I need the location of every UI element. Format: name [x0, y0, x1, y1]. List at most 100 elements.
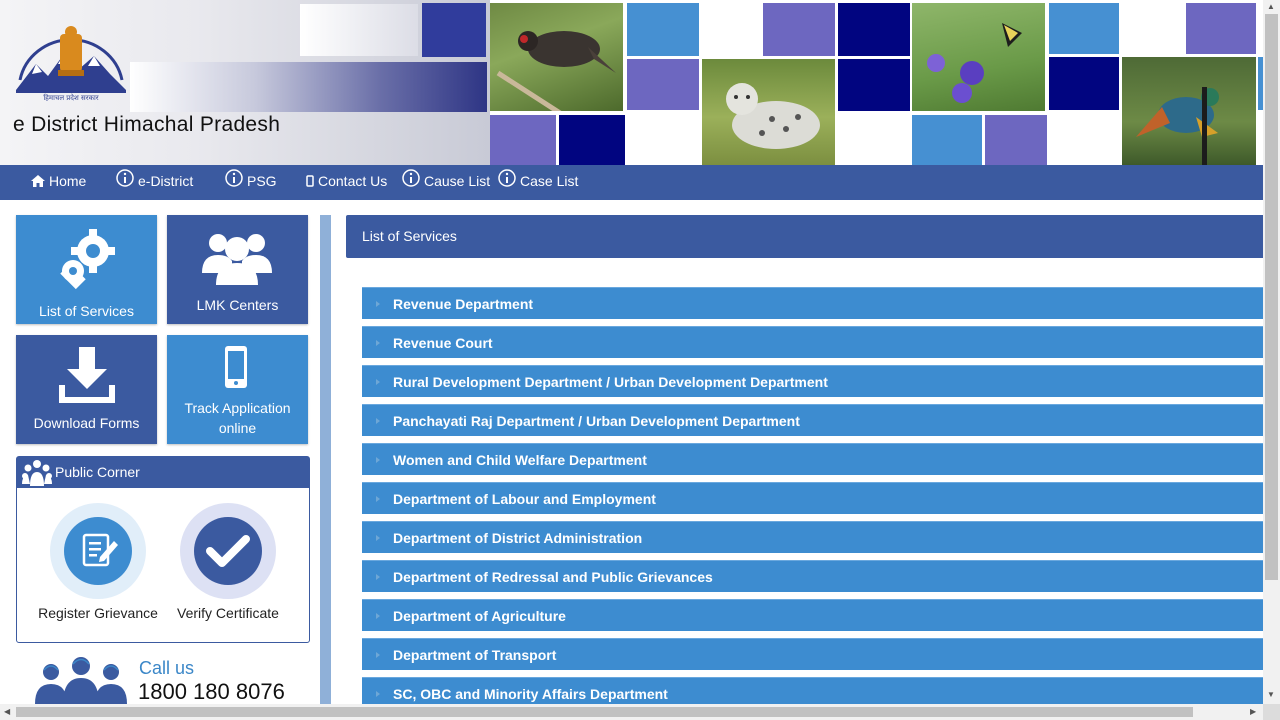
department-accordion-item[interactable]: Revenue Department	[362, 287, 1263, 319]
nav-contact-us-label: Contact Us	[318, 173, 388, 189]
nav-cause-list[interactable]: Cause List	[402, 165, 490, 200]
department-accordion-item[interactable]: Revenue Court	[362, 326, 1263, 358]
horizontal-scrollbar[interactable]: ◀ ▶	[0, 704, 1263, 720]
department-label: Department of Redressal and Public Griev…	[393, 569, 713, 585]
mosaic-tile	[627, 59, 699, 110]
download-icon	[59, 347, 115, 406]
page: हिमाचल प्रदेश सरकार e District Himachal …	[0, 0, 1280, 720]
download-forms-label: Download Forms	[33, 415, 140, 431]
people-group-icon	[21, 458, 53, 498]
home-icon	[31, 166, 45, 199]
caret-right-icon	[376, 340, 380, 346]
department-label: Department of Agriculture	[393, 608, 566, 624]
scroll-left-arrow-icon[interactable]: ◀	[4, 707, 10, 717]
department-accordion-item[interactable]: Department of Redressal and Public Griev…	[362, 560, 1263, 592]
mosaic-tile	[490, 115, 556, 165]
nav-contact-us[interactable]: Contact Us	[306, 165, 387, 200]
info-icon	[498, 166, 516, 199]
list-of-services-label: List of Services	[39, 303, 134, 319]
nav-cause-list-label: Cause List	[424, 173, 491, 189]
mosaic-tile	[838, 3, 910, 56]
caret-right-icon	[376, 652, 380, 658]
nav-home[interactable]: Home	[31, 165, 86, 200]
lmk-centers-tile[interactable]: LMK Centers	[167, 215, 308, 324]
scroll-right-arrow-icon[interactable]: ▶	[1250, 707, 1256, 717]
site-header: हिमाचल प्रदेश सरकार e District Himachal …	[0, 0, 1263, 165]
department-accordion-item[interactable]: SC, OBC and Minority Affairs Department	[362, 677, 1263, 704]
mosaic-tile	[422, 3, 486, 57]
list-of-services-tile[interactable]: List of Services	[16, 215, 157, 324]
info-icon	[225, 166, 243, 199]
caret-right-icon	[376, 574, 380, 580]
public-corner-header: Public Corner	[17, 457, 309, 488]
public-corner-title: Public Corner	[55, 464, 140, 480]
department-accordion-item[interactable]: Department of Labour and Employment	[362, 482, 1263, 514]
department-label: Revenue Court	[393, 335, 493, 351]
scrollbar-corner	[1263, 704, 1280, 720]
horizontal-scroll-thumb[interactable]	[16, 707, 1193, 717]
state-emblem-logo[interactable]: हिमाचल प्रदेश सरकार	[14, 18, 128, 102]
monal-bird-photo	[1122, 57, 1256, 165]
verify-certificate-button[interactable]: Verify Certificate	[169, 503, 287, 621]
mosaic-tile	[912, 115, 982, 165]
verify-certificate-ring	[180, 503, 276, 599]
nav-e-district-label: e-District	[138, 173, 194, 189]
department-accordion-item[interactable]: Department of District Administration	[362, 521, 1263, 553]
department-label: Department of District Administration	[393, 530, 643, 546]
department-accordion-item[interactable]: Department of Transport	[362, 638, 1263, 670]
emblem-caption: हिमाचल प्रदेश सरकार	[43, 93, 98, 102]
nav-e-district[interactable]: e-District	[116, 165, 193, 200]
caret-right-icon	[376, 535, 380, 541]
nav-case-list[interactable]: Case List	[498, 165, 578, 200]
pheasant-photo	[490, 3, 623, 111]
mosaic-tile	[763, 3, 835, 56]
caret-right-icon	[376, 418, 380, 424]
department-label: Revenue Department	[393, 296, 534, 312]
mosaic-tile	[1186, 3, 1256, 54]
edit-form-icon	[64, 517, 132, 585]
department-label: Department of Labour and Employment	[393, 491, 656, 507]
caret-right-icon	[376, 301, 380, 307]
track-application-tile[interactable]: Track Application online	[167, 335, 308, 444]
track-application-label-line2: online	[218, 420, 257, 436]
call-us-label: Call us	[139, 658, 195, 678]
info-icon	[402, 166, 420, 199]
site-title: e District Himachal Pradesh	[13, 113, 281, 136]
lmk-centers-label: LMK Centers	[196, 297, 279, 313]
department-label: Department of Transport	[393, 647, 557, 663]
mosaic-tile	[838, 59, 910, 111]
register-grievance-label: Register Grievance	[38, 605, 158, 621]
mosaic-tile	[1049, 3, 1119, 54]
nav-home-label: Home	[49, 173, 87, 189]
caret-right-icon	[376, 613, 380, 619]
snow-leopard-photo	[702, 59, 835, 165]
department-accordion-item[interactable]: Rural Development Department / Urban Dev…	[362, 365, 1263, 397]
check-icon	[194, 517, 262, 585]
caret-right-icon	[376, 457, 380, 463]
department-accordion-item[interactable]: Department of Agriculture	[362, 599, 1263, 631]
caret-right-icon	[376, 691, 380, 697]
vertical-scroll-thumb[interactable]	[1265, 14, 1278, 580]
users-icon	[202, 227, 272, 288]
mosaic-tile	[559, 115, 625, 165]
mosaic-tile	[985, 115, 1047, 165]
helpdesk-people-icon	[35, 654, 127, 709]
info-icon	[116, 166, 134, 199]
mobile-icon	[224, 345, 248, 392]
helpline-number[interactable]: 1800 180 8076	[138, 679, 285, 705]
caret-right-icon	[376, 379, 380, 385]
public-corner-panel: Public Corner Register Grievance Verify …	[16, 456, 310, 643]
department-accordion-item[interactable]: Women and Child Welfare Department	[362, 443, 1263, 475]
nav-psg[interactable]: PSG	[225, 165, 277, 200]
track-application-label-line1: Track Application	[184, 400, 291, 416]
header-decor-band	[130, 62, 487, 112]
department-accordion-item[interactable]: Panchayati Raj Department / Urban Develo…	[362, 404, 1263, 436]
download-forms-tile[interactable]: Download Forms	[16, 335, 157, 444]
register-grievance-button[interactable]: Register Grievance	[37, 503, 159, 621]
scroll-up-arrow-icon[interactable]: ▲	[1267, 2, 1275, 12]
vertical-scrollbar[interactable]: ▲ ▼	[1263, 0, 1280, 704]
scroll-down-arrow-icon[interactable]: ▼	[1267, 690, 1275, 700]
main-nav: Home e-District PSG Contact Us Cause Lis…	[0, 165, 1263, 200]
mosaic-tile	[1049, 57, 1119, 110]
butterfly-flowers-photo	[912, 3, 1045, 111]
